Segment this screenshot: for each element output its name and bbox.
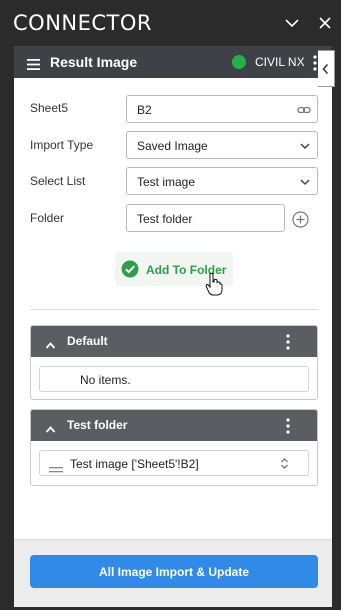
hand-cursor-icon xyxy=(205,272,223,301)
sort-updown-icon[interactable] xyxy=(280,457,289,475)
group-title: Default xyxy=(67,334,108,348)
app-title: CONNECTOR xyxy=(13,11,152,35)
more-vert-icon[interactable] xyxy=(283,418,293,439)
group-header[interactable]: Default xyxy=(31,326,317,357)
select-list-select[interactable]: Test image xyxy=(126,167,318,195)
group-title: Test folder xyxy=(67,418,128,432)
folder-input[interactable]: Test folder xyxy=(126,204,285,232)
import-type-select[interactable]: Saved Image xyxy=(126,131,318,159)
check-circle-icon xyxy=(121,260,139,283)
import-type-label: Import Type xyxy=(30,138,94,152)
sheet-label: Sheet5 xyxy=(30,101,69,115)
sheet-value: B2 xyxy=(137,103,152,117)
panel-header: Result Image CIVIL NX xyxy=(14,47,332,78)
folder-label: Folder xyxy=(30,211,65,225)
titlebar: CONNECTOR xyxy=(0,0,341,46)
list-item[interactable]: Test image ['Sheet5'!B2] xyxy=(39,450,309,476)
link-icon[interactable] xyxy=(297,103,311,122)
panel-footer: All Image Import & Update xyxy=(14,539,332,607)
group-test-folder: Test folder Test image ['Sheet5'!B2] xyxy=(30,409,318,486)
select-list-label: Select List xyxy=(30,174,86,188)
chevron-down-icon xyxy=(299,175,311,193)
empty-list-item: No items. xyxy=(39,366,309,392)
sheet-field[interactable]: B2 xyxy=(126,95,318,123)
all-image-import-update-label: All Image Import & Update xyxy=(98,565,250,579)
divider xyxy=(30,309,318,310)
side-collapse-tab[interactable] xyxy=(318,50,335,87)
list-item-label: Test image ['Sheet5'!B2] xyxy=(70,457,199,471)
more-vert-icon[interactable] xyxy=(283,334,293,355)
result-image-panel: Result Image CIVIL NX Sheet5 B2 Import T… xyxy=(14,46,332,607)
chevron-left-icon xyxy=(322,64,329,74)
hamburger-icon[interactable] xyxy=(27,57,40,70)
chevron-up-icon[interactable] xyxy=(45,337,56,355)
plus-circle-icon[interactable] xyxy=(292,211,309,228)
panel-title: Result Image xyxy=(50,54,138,70)
import-type-value: Saved Image xyxy=(137,139,208,153)
group-default: Default No items. xyxy=(30,325,318,400)
chevron-down-icon xyxy=(299,139,311,157)
chevron-up-icon[interactable] xyxy=(45,421,56,439)
all-image-import-update-button[interactable]: All Image Import & Update xyxy=(30,555,318,588)
select-list-value: Test image xyxy=(137,175,196,189)
chevron-down-icon[interactable] xyxy=(283,14,301,32)
empty-text: No items. xyxy=(80,373,131,387)
drag-handle-icon[interactable] xyxy=(49,460,63,478)
status-label: CIVIL NX xyxy=(255,55,305,69)
close-icon[interactable] xyxy=(316,14,334,32)
status-indicator-icon xyxy=(232,55,246,69)
folder-value: Test folder xyxy=(137,212,193,226)
group-header[interactable]: Test folder xyxy=(31,410,317,441)
